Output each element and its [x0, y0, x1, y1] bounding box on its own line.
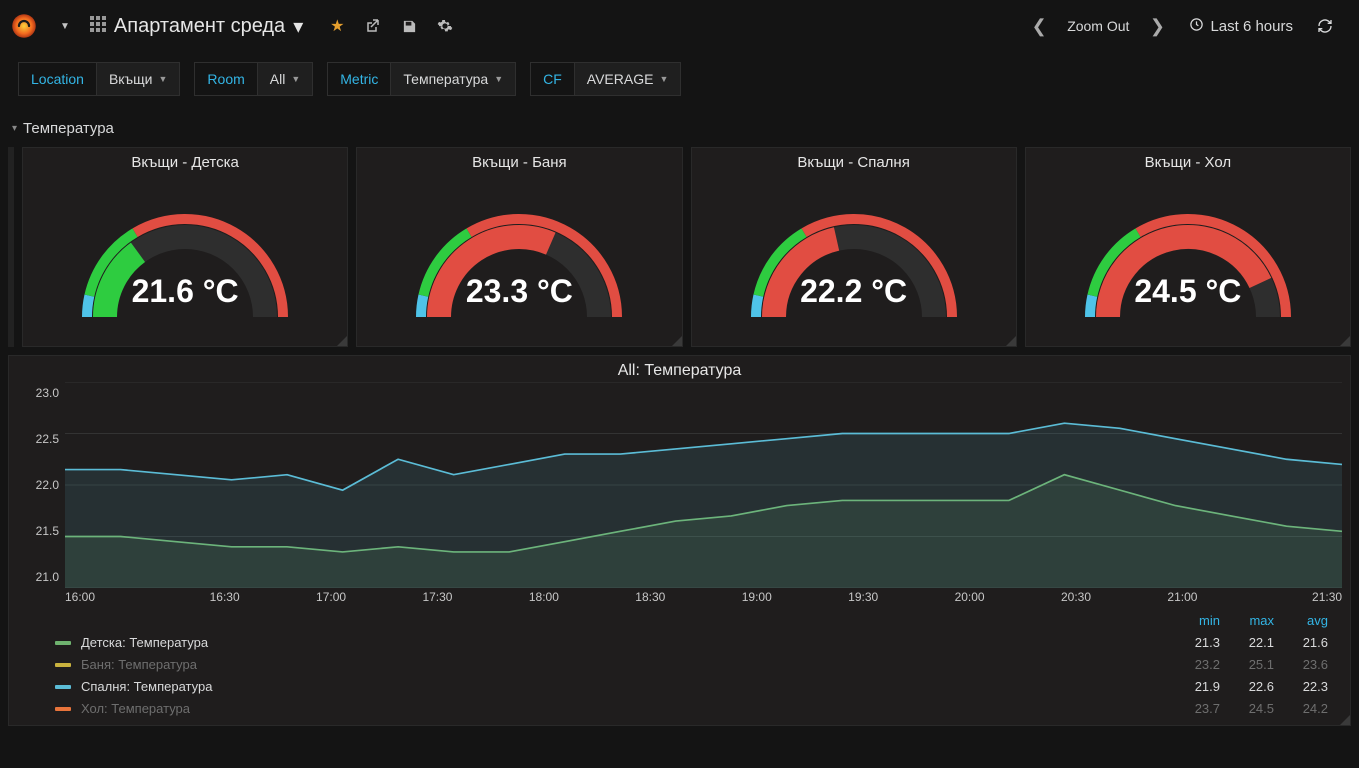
gauge-value: 23.3 °C: [389, 273, 649, 310]
caret-down-icon: ▼: [291, 62, 300, 96]
dashboard-grid-icon: [90, 15, 106, 38]
save-button[interactable]: [391, 8, 427, 44]
caret-down-icon: ▾: [293, 14, 303, 39]
caret-down-icon: ▼: [659, 62, 668, 96]
var-location: Location Вкъщи▼: [18, 62, 180, 96]
row-title: Температура: [23, 120, 114, 137]
gauge-panel-1[interactable]: Вкъщи - Баня 23.3 °C: [356, 147, 682, 347]
panel-resize-corner[interactable]: [672, 336, 682, 346]
legend-row[interactable]: Хол: Температура23.724.524.2: [43, 697, 1340, 719]
legend-header-max[interactable]: max: [1232, 610, 1286, 631]
panel-title: Вкъщи - Спалня: [797, 148, 909, 171]
caret-down-icon: ▼: [60, 21, 70, 32]
plot-area[interactable]: [65, 382, 1342, 588]
legend-row[interactable]: Спалня: Температура21.922.622.3: [43, 675, 1340, 697]
share-button[interactable]: [355, 8, 391, 44]
var-value-dropdown[interactable]: Температура▼: [390, 62, 516, 96]
gauge: 22.2 °C: [724, 177, 984, 327]
gauge-value: 21.6 °C: [55, 273, 315, 310]
home-dropdown[interactable]: ▼: [44, 6, 80, 46]
gauge-panel-3[interactable]: Вкъщи - Хол 24.5 °C: [1025, 147, 1351, 347]
caret-down-icon: ▼: [494, 62, 503, 96]
var-cf: CF AVERAGE▼: [530, 62, 681, 96]
caret-down-icon: ▼: [159, 62, 168, 96]
chevron-down-icon: ▾: [12, 123, 17, 134]
var-label: Metric: [327, 62, 390, 96]
legend-header-avg[interactable]: avg: [1286, 610, 1340, 631]
time-controls: ❮ Zoom Out ❯ Last 6 hours: [1021, 8, 1343, 44]
panel-title: Вкъщи - Хол: [1145, 148, 1232, 171]
var-metric: Metric Температура▼: [327, 62, 516, 96]
refresh-button[interactable]: [1307, 8, 1343, 44]
gauge-row: Вкъщи - Детска 21.6 °C Вкъщи - Баня 23.3…: [0, 147, 1359, 347]
y-axis: 23.022.522.021.521.0: [15, 382, 65, 588]
time-forward-button[interactable]: ❯: [1139, 8, 1175, 44]
template-variable-bar: Location Вкъщи▼ Room All▼ Metric Темпера…: [0, 52, 1359, 112]
dashboard-picker[interactable]: Апартамент среда ▾: [80, 6, 313, 46]
panel-resize-handle[interactable]: [8, 147, 14, 347]
legend-header-min[interactable]: min: [1178, 610, 1232, 631]
panel-title: Вкъщи - Баня: [472, 148, 567, 171]
gauge: 21.6 °C: [55, 177, 315, 327]
grafana-logo[interactable]: [8, 10, 40, 42]
star-button[interactable]: ★: [319, 8, 355, 44]
zoom-out-button[interactable]: Zoom Out: [1061, 18, 1135, 34]
legend-row[interactable]: Баня: Температура23.225.123.6: [43, 653, 1340, 675]
gauge: 23.3 °C: [389, 177, 649, 327]
gauge-panel-0[interactable]: Вкъщи - Детска 21.6 °C: [22, 147, 348, 347]
var-label: Location: [18, 62, 96, 96]
gauge: 24.5 °C: [1058, 177, 1318, 327]
graph-panel[interactable]: All: Температура 23.022.522.021.521.0 16…: [8, 355, 1351, 726]
var-room: Room All▼: [194, 62, 313, 96]
row-toggle[interactable]: ▾ Температура: [0, 112, 1359, 147]
var-value-dropdown[interactable]: Вкъщи▼: [96, 62, 180, 96]
var-value-dropdown[interactable]: All▼: [257, 62, 313, 96]
legend-row[interactable]: Детска: Температура21.322.121.6: [43, 631, 1340, 653]
panel-title: Вкъщи - Детска: [131, 148, 238, 171]
var-value-dropdown[interactable]: AVERAGE▼: [574, 62, 682, 96]
x-axis: 16:0016:3017:0017:3018:0018:3019:0019:30…: [9, 588, 1350, 604]
dashboard-title: Апартамент среда: [114, 15, 285, 38]
top-nav: ▼ Апартамент среда ▾ ★ ❮ Zoom Out ❯ Last…: [0, 0, 1359, 52]
var-label: Room: [194, 62, 256, 96]
panel-title: All: Температура: [9, 356, 1350, 382]
clock-icon: [1189, 17, 1204, 36]
settings-button[interactable]: [427, 8, 463, 44]
panel-resize-corner[interactable]: [337, 336, 347, 346]
panel-resize-corner[interactable]: [1340, 715, 1350, 725]
panel-resize-corner[interactable]: [1340, 336, 1350, 346]
time-back-button[interactable]: ❮: [1021, 8, 1057, 44]
gauge-value: 24.5 °C: [1058, 273, 1318, 310]
gauge-panel-2[interactable]: Вкъщи - Спалня 22.2 °C: [691, 147, 1017, 347]
legend-table: min max avg Детска: Температура21.322.12…: [9, 604, 1350, 725]
var-label: CF: [530, 62, 574, 96]
gauge-value: 22.2 °C: [724, 273, 984, 310]
time-range-picker[interactable]: Last 6 hours: [1179, 17, 1303, 36]
panel-resize-corner[interactable]: [1006, 336, 1016, 346]
